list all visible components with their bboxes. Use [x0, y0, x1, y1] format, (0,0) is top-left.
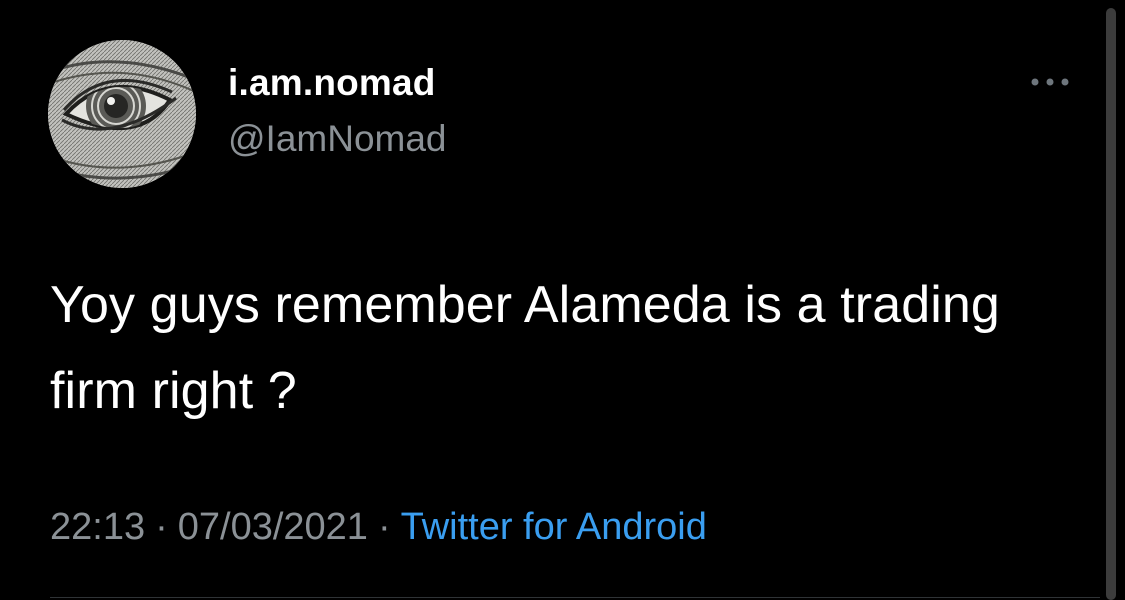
tweet-meta: 22:13 · 07/03/2021 · Twitter for Android: [50, 506, 707, 549]
tweet-date[interactable]: 07/03/2021: [178, 506, 368, 548]
author-handle[interactable]: @IamNomad: [228, 118, 447, 160]
tweet-text: Yoy guys remember Alameda is a trading f…: [50, 276, 1000, 420]
ellipsis-icon[interactable]: [1026, 70, 1074, 94]
divider: [50, 597, 1100, 598]
tweet-source-link[interactable]: Twitter for Android: [401, 506, 707, 548]
eye-engraving-avatar-icon: [48, 40, 196, 188]
meta-separator: ·: [377, 506, 391, 548]
author-display-name[interactable]: i.am.nomad: [228, 62, 436, 104]
meta-separator: ·: [155, 506, 168, 548]
scrollbar[interactable]: [1106, 8, 1116, 600]
avatar[interactable]: [48, 40, 196, 188]
tweet-card: i.am.nomad @IamNomad Yoy guys remember A…: [0, 0, 1125, 600]
tweet-time[interactable]: 22:13: [50, 506, 145, 548]
